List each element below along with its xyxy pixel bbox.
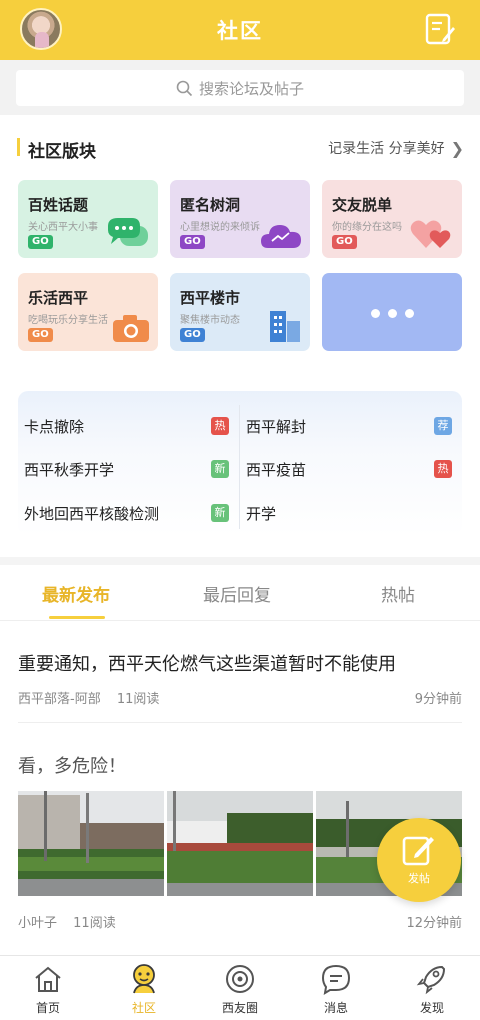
home-icon (35, 966, 61, 992)
topic-label: 外地回西平核酸检测 (24, 504, 160, 523)
hot-badge: 热 (211, 417, 229, 435)
nav-discover[interactable]: 发现 (384, 956, 480, 1020)
search-area: 搜索论坛及帖子 (0, 60, 480, 115)
nav-label: 西友圈 (221, 1001, 258, 1015)
section-title: 社区版块 (28, 142, 96, 162)
post-image[interactable] (167, 791, 313, 896)
hot-topics-panel: 卡点撤除 热 西平解封 荐 西平秋季开学 新 西平疫苗 热 外地回西平核酸检测 … (18, 391, 462, 536)
tab-active-indicator (49, 616, 105, 619)
board-go-badge: GO (332, 235, 357, 249)
compose-icon[interactable] (424, 12, 456, 46)
post-meta: 小叶子 11阅读 (18, 912, 116, 931)
board-title: 西平楼市 (180, 289, 241, 307)
board-card-realestate[interactable]: 西平楼市 聚焦楼市动态 GO (170, 273, 310, 351)
new-post-button[interactable]: 发帖 (377, 818, 461, 902)
post-image[interactable] (18, 791, 164, 896)
search-input[interactable]: 搜索论坛及帖子 (16, 70, 464, 106)
tab-latest[interactable]: 最新发布 (42, 581, 110, 606)
top-bar: 社区 (0, 0, 480, 60)
chat-bubbles-icon (108, 218, 148, 246)
buildings-icon (270, 311, 300, 342)
topic-item[interactable]: 开学 (246, 493, 452, 533)
board-title: 交友脱单 (332, 196, 393, 214)
new-badge: 新 (211, 460, 229, 478)
board-card-topics[interactable]: 百姓话题 关心西平大小事 GO (18, 180, 158, 258)
board-card-lifestyle[interactable]: 乐活西平 吃喝玩乐分享生活 GO (18, 273, 158, 351)
new-post-label: 发帖 (408, 872, 430, 885)
topic-item[interactable]: 西平秋季开学 新 (24, 449, 229, 489)
post-title[interactable]: 看，多危险！ (18, 752, 126, 778)
topics-divider (239, 405, 240, 529)
nav-label: 社区 (131, 1001, 156, 1015)
topic-item[interactable]: 西平疫苗 热 (246, 449, 452, 489)
board-title: 匿名树洞 (180, 196, 241, 214)
nav-label: 消息 (323, 1001, 348, 1015)
nav-home[interactable]: 首页 (0, 956, 96, 1020)
rocket-icon (416, 965, 446, 995)
tab-last-reply[interactable]: 最后回复 (203, 581, 271, 606)
topic-label: 开学 (246, 504, 277, 523)
topic-item[interactable]: 外地回西平核酸检测 新 (24, 493, 229, 533)
topic-item[interactable]: 西平解封 荐 (246, 406, 452, 446)
topic-label: 西平疫苗 (246, 460, 307, 479)
post-time: 12分钟前 (406, 916, 462, 931)
board-go-badge: GO (180, 235, 205, 249)
nav-label: 首页 (35, 1001, 60, 1015)
nav-moments[interactable]: 西友圈 (192, 956, 288, 1020)
bottom-nav: 首页 社区 西友圈 消息 发现 (0, 955, 480, 1020)
post-meta: 西平部落-阿部 11阅读 (18, 688, 159, 707)
topic-item[interactable]: 卡点撤除 热 (24, 406, 229, 446)
board-title: 百姓话题 (28, 196, 89, 214)
section-accent-bar (17, 138, 20, 156)
moments-icon (226, 965, 254, 993)
page-title: 社区 (217, 19, 263, 43)
topic-label: 西平解封 (246, 417, 307, 436)
topic-label: 卡点撤除 (24, 417, 85, 436)
search-placeholder: 搜索论坛及帖子 (198, 79, 304, 98)
section-more-link[interactable]: 记录生活 分享美好 ❯ (328, 138, 464, 158)
post-title[interactable]: 重要通知，西平天伦燃气这些渠道暂时不能使用 (18, 650, 396, 676)
post-tabs: 最新发布 最后回复 热帖 (0, 565, 480, 621)
new-badge: 新 (211, 504, 229, 522)
board-subtitle: 关心西平大小事 (28, 222, 98, 233)
hearts-icon (410, 220, 451, 248)
nav-messages[interactable]: 消息 (288, 956, 384, 1020)
tab-hot[interactable]: 热帖 (381, 581, 415, 606)
board-subtitle: 吃喝玩乐分享生活 (28, 315, 108, 326)
board-card-more[interactable] (322, 273, 462, 351)
board-subtitle: 聚焦楼市动态 (180, 315, 240, 326)
hot-badge: 热 (434, 460, 452, 478)
nav-label: 发现 (419, 1001, 444, 1015)
edit-icon (402, 836, 434, 866)
camera-icon (113, 315, 149, 342)
board-subtitle: 心里想说的来倾诉 (180, 222, 260, 233)
search-icon (176, 80, 193, 96)
recommend-badge: 荐 (434, 417, 452, 435)
section-header: 社区版块 记录生活 分享美好 ❯ (0, 128, 480, 172)
post-author[interactable]: 小叶子 (18, 916, 57, 931)
post-reads: 11阅读 (73, 916, 116, 931)
cloud-icon (261, 225, 301, 248)
post-divider (18, 722, 462, 723)
board-go-badge: GO (28, 235, 53, 249)
message-icon (321, 964, 351, 995)
more-dots-icon (322, 303, 462, 322)
chevron-right-icon: ❯ (450, 138, 464, 158)
board-card-dating[interactable]: 交友脱单 你的缘分在这吗 GO (322, 180, 462, 258)
board-go-badge: GO (180, 328, 205, 342)
board-title: 乐活西平 (28, 289, 89, 307)
board-subtitle: 你的缘分在这吗 (332, 222, 402, 233)
section-more-label: 记录生活 分享美好 (328, 141, 445, 157)
board-go-badge: GO (28, 328, 53, 342)
community-icon (133, 964, 155, 994)
nav-community[interactable]: 社区 (96, 956, 192, 1020)
section-separator (0, 557, 480, 565)
board-card-treehole[interactable]: 匿名树洞 心里想说的来倾诉 GO (170, 180, 310, 258)
topic-label: 西平秋季开学 (24, 460, 115, 479)
post-reads: 11阅读 (116, 692, 160, 707)
post-time: 9分钟前 (414, 692, 462, 707)
post-author[interactable]: 西平部落-阿部 (18, 692, 101, 707)
